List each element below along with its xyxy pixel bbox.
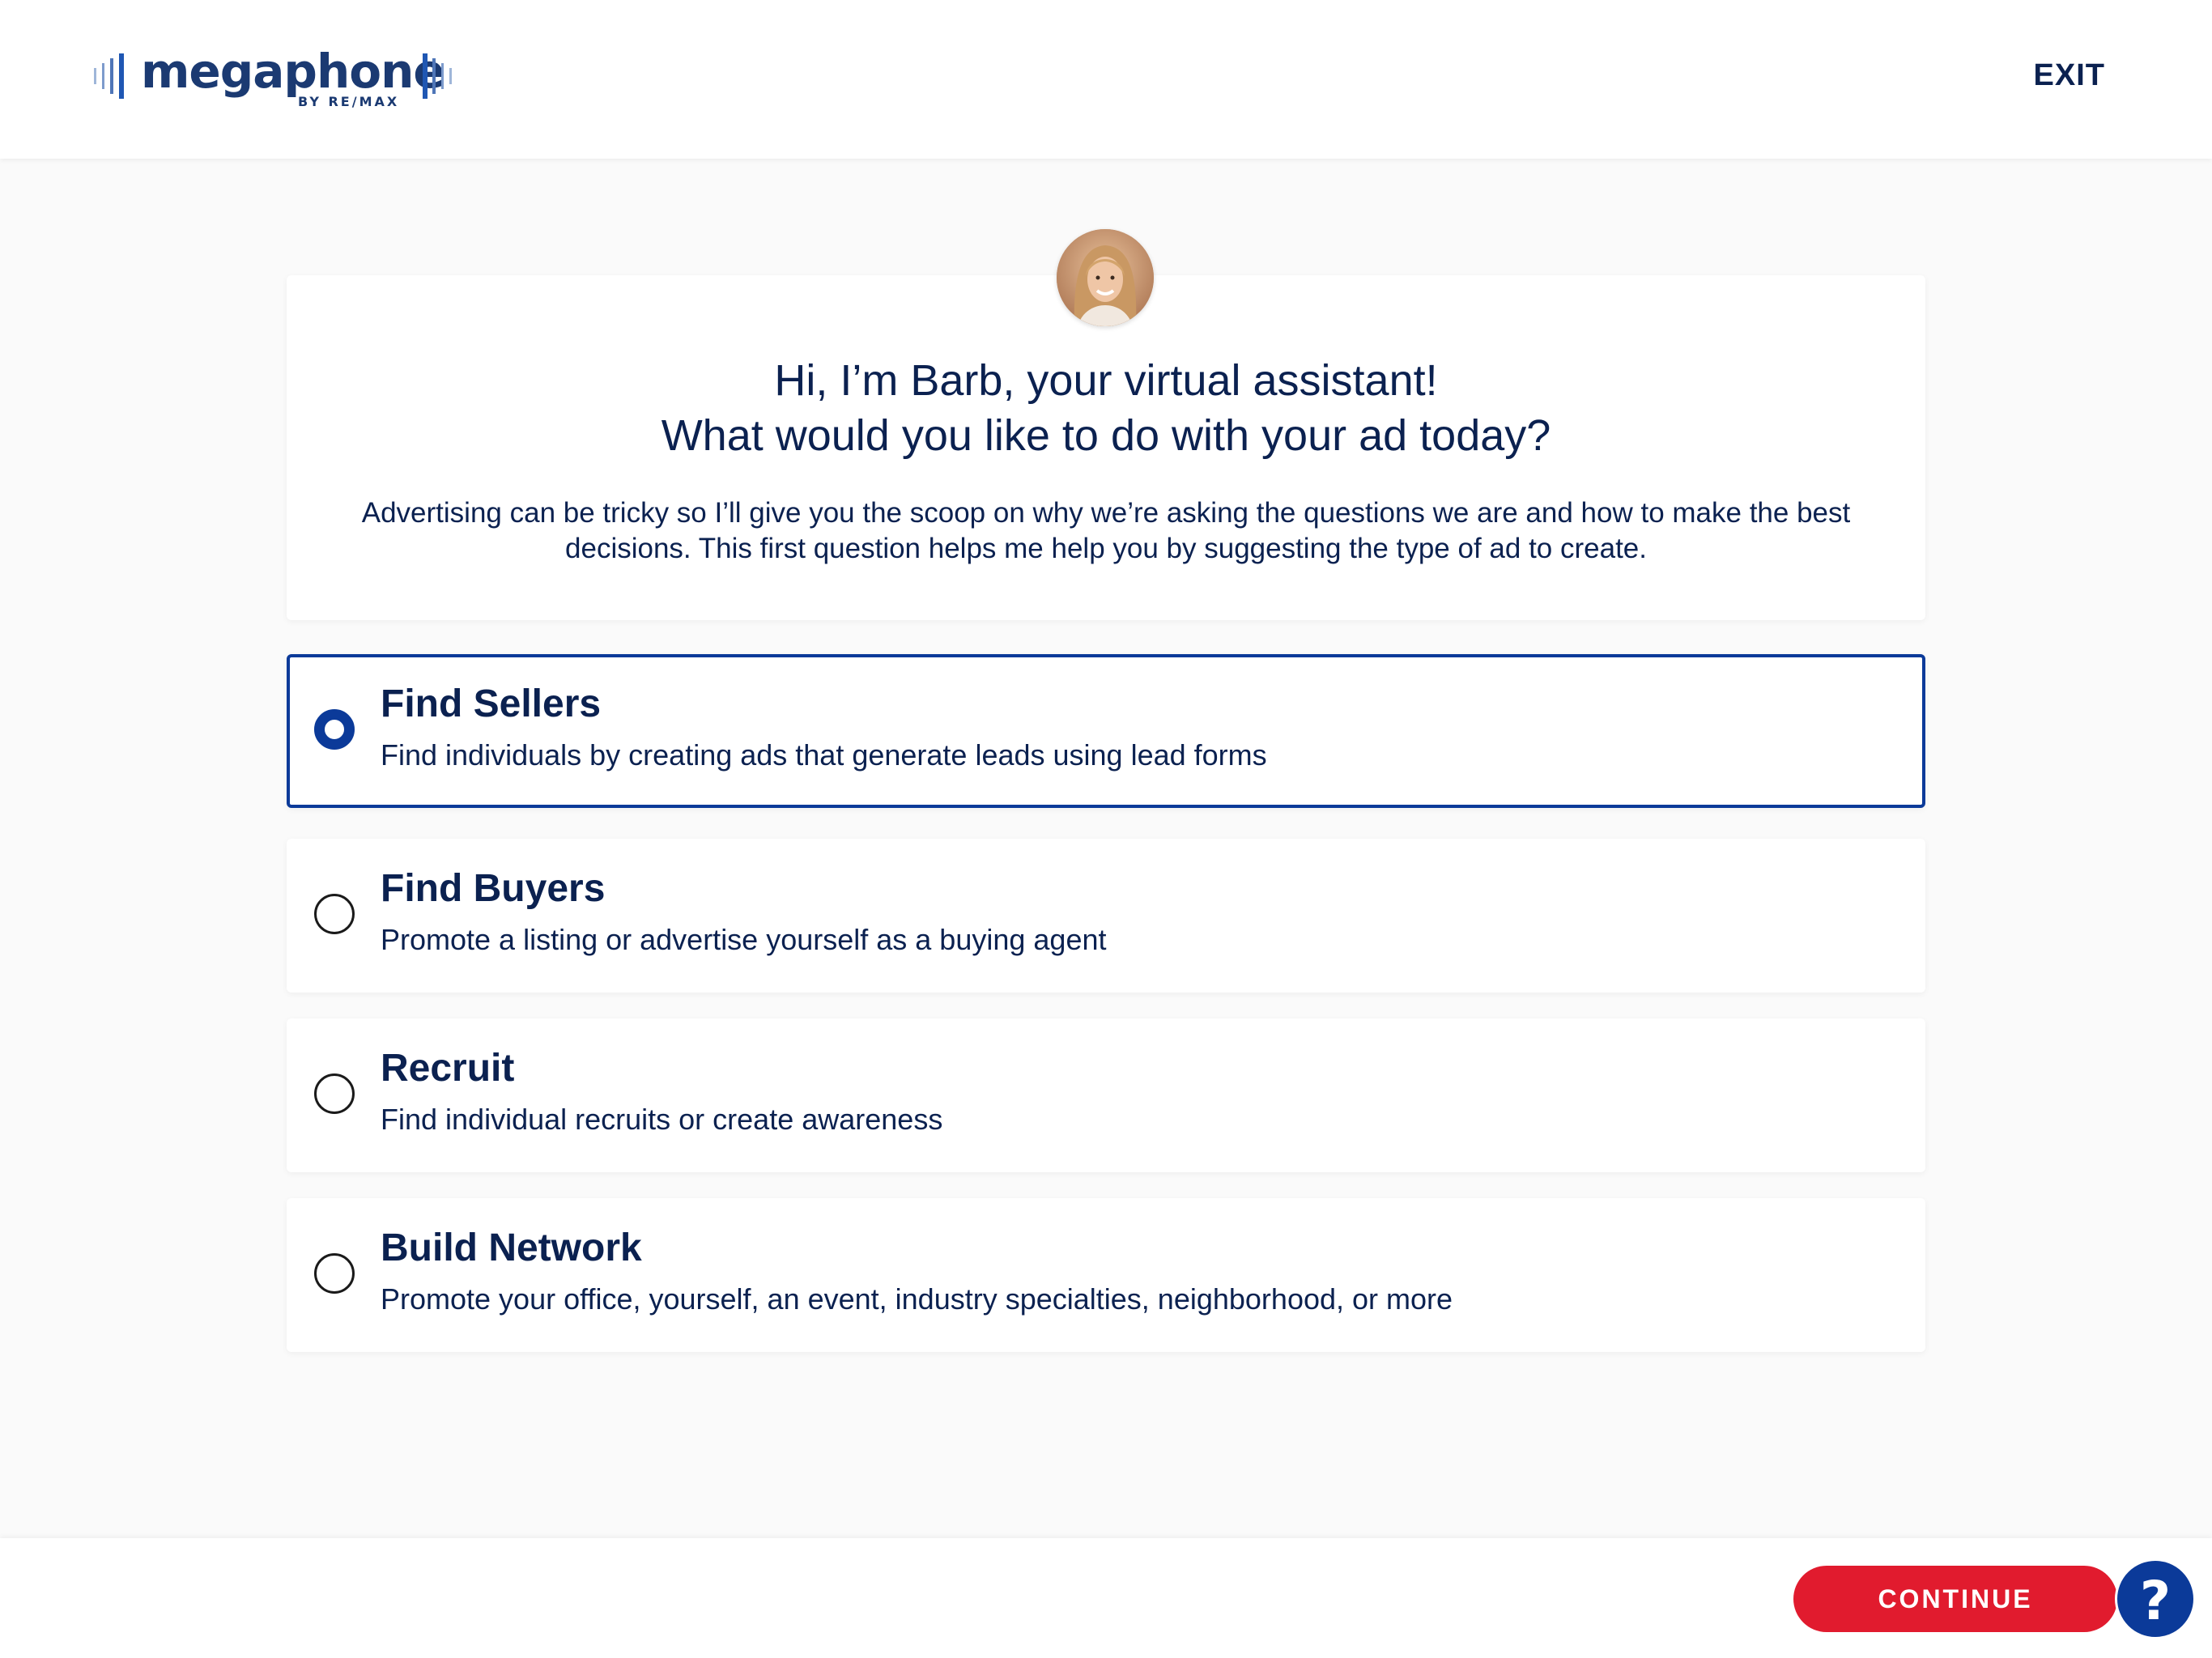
radio-selected-icon[interactable] [314, 709, 355, 750]
assistant-greeting: Hi, I’m Barb, your virtual assistant! Wh… [287, 353, 1925, 463]
option-title: Find Sellers [381, 682, 602, 725]
radio-unselected-icon[interactable] [314, 894, 355, 934]
option-subtitle: Promote your office, yourself, an event,… [381, 1282, 1453, 1316]
option-subtitle: Find individuals by creating ads that ge… [381, 738, 1267, 772]
assistant-intro-card: Hi, I’m Barb, your virtual assistant! Wh… [287, 275, 1925, 620]
option-title: Recruit [381, 1047, 515, 1090]
option-subtitle: Find individual recruits or create aware… [381, 1103, 943, 1136]
top-bar: megaphone BY RE/MAX EXIT [0, 0, 2212, 159]
greeting-line-2: What would you like to do with your ad t… [661, 411, 1551, 460]
option-find-sellers[interactable]: Find Sellers Find individuals by creatin… [287, 654, 1925, 808]
sound-bars-left-icon [94, 53, 124, 99]
option-title: Build Network [381, 1226, 642, 1269]
exit-button[interactable]: EXIT [2034, 58, 2105, 93]
assistant-portrait-icon [1057, 229, 1154, 326]
assistant-avatar [1057, 229, 1154, 326]
option-build-network[interactable]: Build Network Promote your office, yours… [287, 1198, 1925, 1352]
option-find-buyers[interactable]: Find Buyers Promote a listing or adverti… [287, 839, 1925, 993]
continue-button[interactable]: CONTINUE [1793, 1566, 2117, 1632]
sound-bars-right-icon [423, 53, 452, 99]
logo-wordmark: megaphone [141, 44, 445, 99]
option-subtitle: Promote a listing or advertise yourself … [381, 923, 1107, 956]
assistant-description: Advertising can be tricky so I’ll give y… [361, 497, 1851, 564]
logo-subtitle: BY RE/MAX [298, 94, 400, 109]
option-recruit[interactable]: Recruit Find individual recruits or crea… [287, 1018, 1925, 1172]
option-title: Find Buyers [381, 867, 606, 910]
bottom-bar: CONTINUE ? [0, 1538, 2212, 1658]
help-button[interactable]: ? [2115, 1558, 2196, 1639]
greeting-line-1: Hi, I’m Barb, your virtual assistant! [774, 356, 1438, 405]
radio-unselected-icon[interactable] [314, 1073, 355, 1114]
megaphone-logo[interactable]: megaphone BY RE/MAX [92, 44, 465, 115]
radio-unselected-icon[interactable] [314, 1253, 355, 1294]
